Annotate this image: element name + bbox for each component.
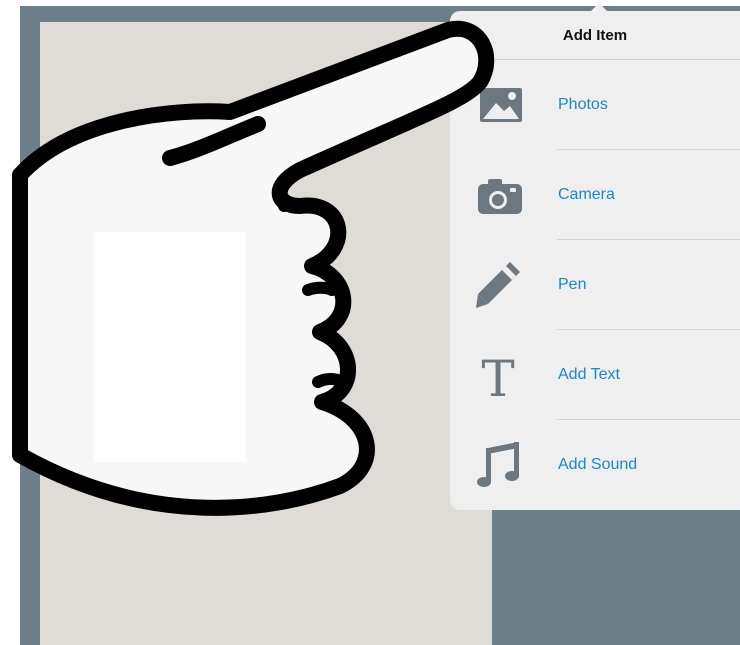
pen-icon: [472, 260, 528, 310]
music-note-icon: [472, 440, 528, 490]
camera-icon: [472, 170, 528, 220]
menu-item-label: Pen: [558, 276, 587, 293]
menu-item-photos[interactable]: Photos: [450, 60, 740, 150]
text-icon: T: [472, 350, 528, 408]
menu-item-add-sound[interactable]: Add Sound: [450, 420, 740, 510]
menu-item-camera[interactable]: Camera: [450, 150, 740, 240]
page-placeholder: [94, 232, 246, 462]
menu-item-add-text[interactable]: T Add Text: [450, 330, 740, 420]
menu-item-label: Photos: [558, 96, 608, 113]
menu-item-pen[interactable]: Pen: [450, 240, 740, 330]
svg-text:T: T: [481, 350, 514, 400]
menu-item-label: Camera: [558, 186, 615, 203]
photo-icon: [472, 80, 528, 130]
popover-title: Add Item: [450, 11, 740, 60]
menu-item-label: Add Sound: [558, 456, 638, 473]
menu-item-label: Add Text: [558, 366, 620, 383]
